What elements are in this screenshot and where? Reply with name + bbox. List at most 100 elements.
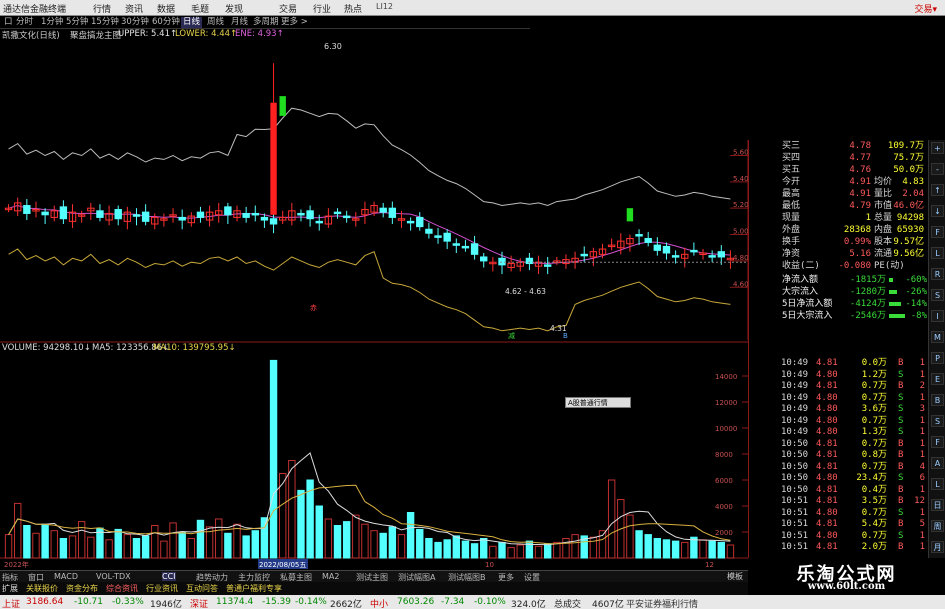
trade-button[interactable]: 交易▾ (914, 2, 937, 15)
side-tab[interactable]: S (931, 289, 944, 301)
info-tab[interactable]: 互动问答 (186, 583, 218, 594)
candle-body (242, 212, 250, 218)
indicator-tab[interactable]: CCI (162, 572, 176, 581)
zx-value: 7603.26 (397, 597, 435, 607)
broker-link[interactable]: 平安证券福利行情 (626, 597, 698, 609)
tick-n: 1 (919, 369, 925, 380)
price-tick-label: 5.60 (733, 148, 748, 156)
floating-tooltip[interactable]: A股普通行情 (565, 397, 631, 408)
menu-item[interactable]: 毛题 (191, 2, 209, 15)
menu-item[interactable]: 发现 (225, 2, 243, 15)
side-tab[interactable]: + (931, 142, 944, 154)
side-tab[interactable]: - (931, 163, 944, 175)
menu-item[interactable]: 数据 (157, 2, 175, 15)
period-tab[interactable]: 多周期 (251, 17, 281, 28)
tick-bs: B (898, 381, 904, 391)
quote-value2: 94298 (896, 213, 924, 223)
period-tab[interactable]: 更多 > (279, 17, 310, 28)
info-tab[interactable]: 普通户福利专享 (226, 583, 282, 594)
tick-t: 10:49 (781, 358, 809, 368)
high-annotation: 6.30 (324, 42, 342, 51)
quote-row: 最高 4.91 量比 2.04 (779, 188, 928, 200)
menu-item[interactable]: 行业 (313, 2, 331, 15)
tick-t: 10:51 (781, 542, 809, 552)
period-tab[interactable]: 15分钟 (89, 17, 121, 28)
side-tab[interactable]: B (931, 394, 944, 406)
template-button[interactable]: 模板 (727, 571, 743, 582)
side-tab[interactable]: M (931, 331, 944, 343)
side-tab[interactable]: ↓ (931, 205, 944, 217)
quote-label: 最低 (782, 201, 801, 211)
period-tab[interactable]: 60分钟 (150, 17, 182, 28)
flow-bar (889, 278, 893, 282)
side-tab[interactable]: R (931, 268, 944, 280)
period-tab[interactable]: 1分钟 (39, 17, 65, 28)
side-tab[interactable]: 周 (931, 520, 944, 532)
period-tab-active[interactable]: 日线 (181, 17, 203, 28)
info-tab[interactable]: 关联报价 (26, 583, 58, 594)
quote-label: 换手 (782, 237, 801, 247)
volume-bar (498, 541, 506, 559)
side-tab[interactable]: L (931, 478, 944, 490)
indicator-tab[interactable]: MACD (54, 572, 78, 581)
date-label: 12 (705, 561, 714, 569)
volume-bar (662, 539, 671, 559)
side-tab[interactable]: ↑ (931, 184, 944, 196)
tick-row: 10:51 4.81 3.5万 B 12 (779, 495, 928, 507)
side-tab[interactable]: 日 (931, 499, 944, 511)
menu-item[interactable]: 资讯 (125, 2, 143, 15)
info-tab[interactable]: 行业资讯 (146, 583, 178, 594)
side-tab[interactable]: P (931, 352, 944, 364)
candle-big-red (270, 102, 277, 215)
fund-flow-row: 净流入额 -1815万 -60% (779, 274, 928, 286)
tick-t: 10:50 (781, 450, 809, 460)
fund-flow-row: 5日净流入额 -4124万 -14% (779, 298, 928, 310)
side-tab[interactable]: A (931, 457, 944, 469)
period-tab[interactable]: 30分钟 (119, 17, 151, 28)
sz-percent: -0.14% (295, 597, 327, 607)
quote-label: 现量 (782, 213, 801, 223)
zx-change: -7.34 (441, 597, 465, 607)
tick-t: 10:49 (781, 381, 809, 391)
index-bar: 上证 3186.64 -10.71 -0.33% 1946亿 深证 11374.… (0, 595, 945, 609)
period-tab[interactable]: 月线 (229, 17, 250, 28)
volume-bar (562, 538, 570, 559)
total-label: 总成交 (554, 600, 582, 609)
info-tab[interactable]: 资金分布 (66, 583, 98, 594)
tick-bs: B (898, 496, 904, 506)
menu-item[interactable]: 热点 (344, 2, 362, 15)
period-menu-icon[interactable]: 口 (2, 17, 15, 28)
side-tab[interactable]: 月 (931, 541, 944, 553)
volume-bar (4, 534, 13, 559)
tick-bs: S (898, 369, 904, 380)
side-tab[interactable]: S (931, 415, 944, 427)
info-tab[interactable]: 综合资讯 (106, 583, 138, 594)
side-tab[interactable]: L (931, 247, 944, 259)
quote-row: 买四 4.77 75.7万 (779, 152, 928, 164)
period-tab[interactable]: 分时 (14, 17, 35, 28)
indicator-tab[interactable]: VOL-TDX (96, 572, 131, 581)
period-tab[interactable]: 5分钟 (64, 17, 90, 28)
candle-body (260, 216, 269, 221)
tick-bs: S (898, 507, 904, 518)
tick-q: 0.7万 (861, 507, 887, 518)
side-tab[interactable]: E (931, 373, 944, 385)
indicator-tab[interactable]: MA2 (322, 572, 339, 581)
tick-q: 0.7万 (861, 381, 887, 391)
flow-label: 净流入额 (782, 275, 819, 285)
side-tab[interactable]: F (931, 436, 944, 448)
candle-body (96, 210, 104, 218)
side-toolbar: + - ↑ ↓ F L R S I M P E B S F A L 日周月 (928, 140, 945, 580)
flow-label: 5日净流入额 (782, 299, 833, 309)
menu-item[interactable]: 交易 (279, 2, 297, 15)
menu-item[interactable]: 行情 (93, 2, 111, 15)
tick-p: 4.80 (816, 392, 838, 403)
tick-bs: S (898, 473, 904, 483)
period-tab[interactable]: 周线 (205, 17, 226, 28)
kline-chart[interactable]: 6.30 4.62 - 4.63 4.31 赤 减 B 5.60 5.40 5.20… (0, 40, 748, 570)
side-tab[interactable]: F (931, 226, 944, 238)
info-tab[interactable]: 扩展 (2, 583, 18, 594)
side-tab[interactable]: I (931, 310, 944, 322)
quote-value: 0.99% (843, 237, 871, 247)
volume-bar (489, 545, 497, 559)
